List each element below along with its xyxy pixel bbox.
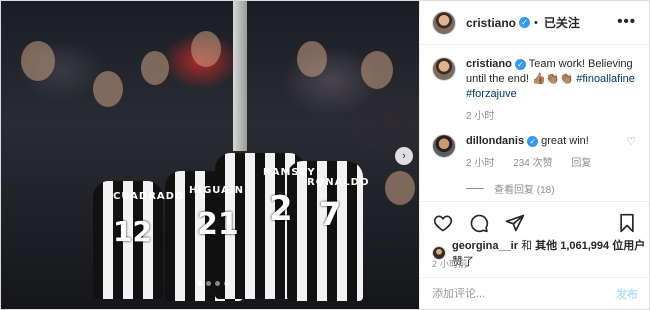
avatar[interactable] [432,134,456,158]
carousel-dots [197,281,229,286]
caption: cristiano ✓ Team work! Believing until th… [432,57,638,124]
avatar[interactable] [432,10,456,35]
bookmark-icon[interactable] [616,212,638,234]
hashtag-link[interactable]: #finoallafine [576,73,635,85]
carousel-dot [197,281,202,286]
following-button[interactable]: 已关注 [544,14,580,31]
share-icon[interactable] [504,212,526,234]
verified-badge-icon: ✓ [519,17,531,28]
crowd-face [191,31,221,67]
comment-likes[interactable]: 234 次赞 [513,158,552,169]
comment-heart-icon[interactable]: ♡ [626,135,636,148]
comments-list: cristiano ✓ Team work! Believing until th… [420,45,650,201]
crowd-face [93,71,123,107]
crowd-face [361,51,393,89]
carousel-dot [206,281,211,286]
likes-count-link[interactable]: 其他 1,061,994 位用户 [535,240,645,252]
jersey-name: HIGUAIN [189,185,244,196]
comment-item: dillondanis ✓ great win! 2 小时 234 次赞 回复 [432,134,638,171]
comment-icon[interactable] [468,212,490,234]
add-comment-bar: 发布 [420,277,650,309]
jersey-name: CUADRADO [113,191,185,202]
comment-author[interactable]: dillondanis [466,135,524,147]
crowd-face [385,171,415,205]
caption-time[interactable]: 2 小时 [466,111,494,122]
verified-badge-icon: ✓ [527,135,539,147]
carousel-dot [215,281,220,286]
divider [466,188,484,189]
jersey-number: 7 [319,195,342,233]
post-header: cristiano ✓ • 已关注 ••• [420,1,650,45]
post-timestamp[interactable]: 2 小时前 [432,257,468,270]
crowd-face [21,41,55,81]
hashtag-link[interactable]: #forzajuve [466,88,517,100]
view-replies-button[interactable]: 查看回复 (18) [466,181,638,196]
post-photo[interactable]: CUADRADO HIGUAIN RAMSEY RONALDO 12 21 2 … [1,1,419,309]
post-dialog: CUADRADO HIGUAIN RAMSEY RONALDO 12 21 2 … [0,0,650,310]
jersey-name: RONALDO [307,177,370,188]
carousel-dot [224,281,229,286]
jersey-number: 2 [269,189,293,229]
post-side-panel: cristiano ✓ • 已关注 ••• cristiano ✓ Team wo… [419,1,650,309]
caption-author[interactable]: cristiano [466,58,512,70]
comment-text: great win! [541,135,589,147]
goal-post [233,1,247,151]
comment-time[interactable]: 2 小时 [466,158,494,169]
author-username[interactable]: cristiano [466,16,516,30]
reply-button[interactable]: 回复 [571,158,591,169]
crowd-face [297,41,327,77]
post-comment-button[interactable]: 发布 [616,286,638,302]
crowd-face [141,51,169,85]
avatar[interactable] [432,57,456,81]
more-options-icon[interactable]: ••• [617,13,636,30]
verified-badge-icon: ✓ [514,58,526,70]
heart-icon[interactable] [432,212,454,234]
jersey-number: 12 [113,215,152,248]
comment-input[interactable] [432,287,616,300]
chevron-right-icon[interactable]: › [395,147,413,165]
jersey-number: 21 [197,207,239,242]
view-replies-label: 查看回复 (18) [494,185,555,196]
liker-username[interactable]: georgina__ir [452,240,518,252]
